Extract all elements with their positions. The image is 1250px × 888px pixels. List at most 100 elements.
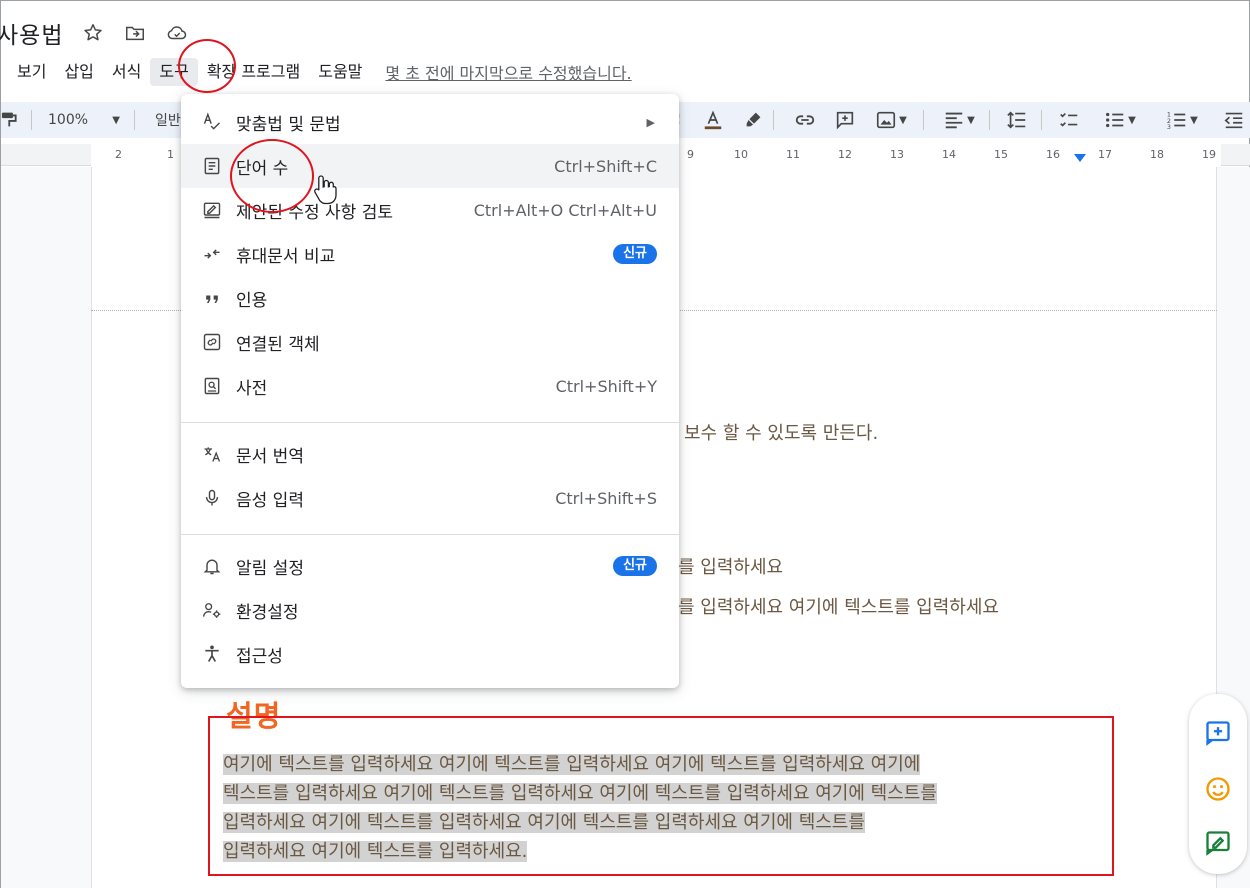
menu-divider <box>181 422 679 423</box>
paragraph-line: 텍스트를 입력하세요 여기에 텍스트를 입력하세요 여기에 텍스트를 입력하세요… <box>223 783 937 804</box>
ruler-label: 12 <box>838 148 852 161</box>
spellcheck-icon <box>201 111 223 133</box>
document-title[interactable]: 사용법 <box>0 16 63 50</box>
document-text[interactable]: 보수 할 수 있도록 만든다. <box>684 419 878 445</box>
menu-item-spellcheck[interactable]: 맞춤법 및 문법 ▶ <box>181 100 679 144</box>
selected-paragraph[interactable]: 여기에 텍스트를 입력하세요 여기에 텍스트를 입력하세요 여기에 텍스트를 입… <box>223 750 1103 866</box>
paragraph-line: 입력하세요 여기에 텍스트를 입력하세요. <box>223 841 528 862</box>
translate-icon <box>201 443 223 465</box>
ruler-label: 1 <box>167 148 174 161</box>
ruler-label: 16 <box>1046 148 1060 161</box>
menu-item-label: 환경설정 <box>236 602 299 623</box>
menu-item-label: 인용 <box>236 290 268 311</box>
zoom-value: 100% <box>48 112 89 128</box>
cloud-saved-icon[interactable] <box>165 21 189 45</box>
menu-item-shortcut: Ctrl+Alt+O Ctrl+Alt+U <box>473 200 657 220</box>
menu-help[interactable]: 도움말 <box>309 58 371 86</box>
right-indent-marker[interactable] <box>1074 154 1086 162</box>
menu-item-notification-settings[interactable]: 알림 설정 신규 <box>181 544 679 588</box>
ruler-label: 10 <box>734 148 748 161</box>
accessibility-icon <box>201 643 223 665</box>
menu-view[interactable]: 보기 <box>1 58 55 86</box>
linked-object-icon <box>201 331 223 353</box>
menu-item-label: 연결된 객체 <box>236 334 320 355</box>
paragraph-style-select[interactable]: 일반 <box>143 106 183 134</box>
menu-item-label: 접근성 <box>236 646 283 667</box>
menu-item-label: 문서 번역 <box>236 446 304 467</box>
menu-item-label: 알림 설정 <box>236 558 304 579</box>
bulleted-list-icon[interactable]: ▼ <box>1095 106 1145 134</box>
menubar: 보기 삽입 서식 도구 확장 프로그램 도움말 몇 초 전에 마지막으로 수정했… <box>1 57 632 87</box>
insert-image-icon[interactable]: ▼ <box>869 106 913 134</box>
ruler-label: 11 <box>786 148 800 161</box>
line-spacing-icon[interactable] <box>1003 106 1031 134</box>
toolbar-divider <box>1041 110 1042 130</box>
ruler-label: 15 <box>994 148 1008 161</box>
paragraph-style-value: 일반 <box>155 113 181 129</box>
menu-item-label: 음성 입력 <box>236 490 304 511</box>
menu-item-accessibility[interactable]: 접근성 <box>181 632 679 676</box>
ruler-label: 13 <box>890 148 904 161</box>
bell-icon <box>201 555 223 577</box>
annotation-circle-tools-menu <box>178 39 236 93</box>
insert-link-icon[interactable] <box>791 106 819 134</box>
menu-item-linked-objects[interactable]: 연결된 객체 <box>181 320 679 364</box>
emoji-reaction-icon[interactable] <box>1203 774 1233 804</box>
menu-item-shortcut: Ctrl+Shift+S <box>555 488 657 508</box>
paragraph-line: 입력하세요 여기에 텍스트를 입력하세요 여기에 텍스트를 입력하세요 여기에 … <box>223 812 865 833</box>
quote-icon <box>201 287 223 309</box>
numbered-list-icon[interactable]: 123 ▼ <box>1155 106 1209 134</box>
ruler-label: 2 <box>115 148 122 161</box>
toolbar-divider <box>989 110 990 130</box>
align-left-icon[interactable]: ▼ <box>937 106 981 134</box>
document-text[interactable]: 를 입력하세요 <box>678 553 783 579</box>
microphone-icon <box>201 487 223 509</box>
chevron-down-icon: ▼ <box>112 114 120 126</box>
menu-format[interactable]: 서식 <box>103 58 150 86</box>
menu-item-label: 사전 <box>236 378 268 399</box>
move-folder-icon[interactable] <box>123 21 147 45</box>
menu-item-shortcut: Ctrl+Shift+C <box>554 156 657 176</box>
submenu-arrow-icon: ▶ <box>646 115 655 129</box>
menu-item-compare-documents[interactable]: 휴대문서 비교 신규 <box>181 232 679 276</box>
menu-item-label: 휴대문서 비교 <box>236 246 336 267</box>
side-action-panel <box>1189 694 1247 874</box>
highlight-color-icon[interactable] <box>741 106 767 134</box>
suggest-edits-icon[interactable] <box>1203 828 1233 858</box>
title-bar: 사용법 <box>0 15 189 51</box>
checklist-icon[interactable] <box>1055 106 1083 134</box>
document-text[interactable]: 를 입력하세요 여기에 텍스트를 입력하세요 <box>678 593 999 619</box>
toolbar-divider <box>31 110 32 130</box>
add-comment-icon[interactable] <box>1203 718 1233 748</box>
menu-item-voice-typing[interactable]: 음성 입력 Ctrl+Shift+S <box>181 476 679 520</box>
toolbar-divider <box>773 110 774 130</box>
paragraph-line: 여기에 텍스트를 입력하세요 여기에 텍스트를 입력하세요 여기에 텍스트를 입… <box>223 754 921 775</box>
last-edit-link[interactable]: 몇 초 전에 마지막으로 수정했습니다. <box>385 60 631 84</box>
menu-item-dictionary[interactable]: 사전 Ctrl+Shift+Y <box>181 364 679 408</box>
zoom-select[interactable]: 100% ▼ <box>40 106 126 134</box>
preferences-icon <box>201 599 223 621</box>
menu-item-translate-document[interactable]: 문서 번역 <box>181 432 679 476</box>
ruler-label: 14 <box>942 148 956 161</box>
text-color-icon[interactable] <box>700 106 726 134</box>
decrease-indent-icon[interactable] <box>1221 106 1247 134</box>
menu-insert[interactable]: 삽입 <box>55 58 102 86</box>
menu-item-preferences[interactable]: 환경설정 <box>181 588 679 632</box>
ruler-label: 19 <box>1202 148 1216 161</box>
hand-cursor-icon <box>314 175 337 205</box>
ruler-label: 17 <box>1098 148 1112 161</box>
new-badge: 신규 <box>613 556 657 576</box>
svg-text:3: 3 <box>1167 123 1171 131</box>
ruler-label: 18 <box>1150 148 1164 161</box>
toolbar-divider <box>134 110 135 130</box>
star-icon[interactable] <box>81 21 105 45</box>
annotation-circle-word-count <box>230 139 314 213</box>
toolbar-divider <box>923 110 924 130</box>
paint-format-icon[interactable] <box>1 106 23 134</box>
dictionary-icon <box>201 375 223 397</box>
menu-item-citations[interactable]: 인용 <box>181 276 679 320</box>
menu-item-shortcut: Ctrl+Shift+Y <box>555 376 657 396</box>
new-badge: 신규 <box>613 244 657 264</box>
menu-divider <box>181 534 679 535</box>
add-comment-icon[interactable] <box>831 106 859 134</box>
